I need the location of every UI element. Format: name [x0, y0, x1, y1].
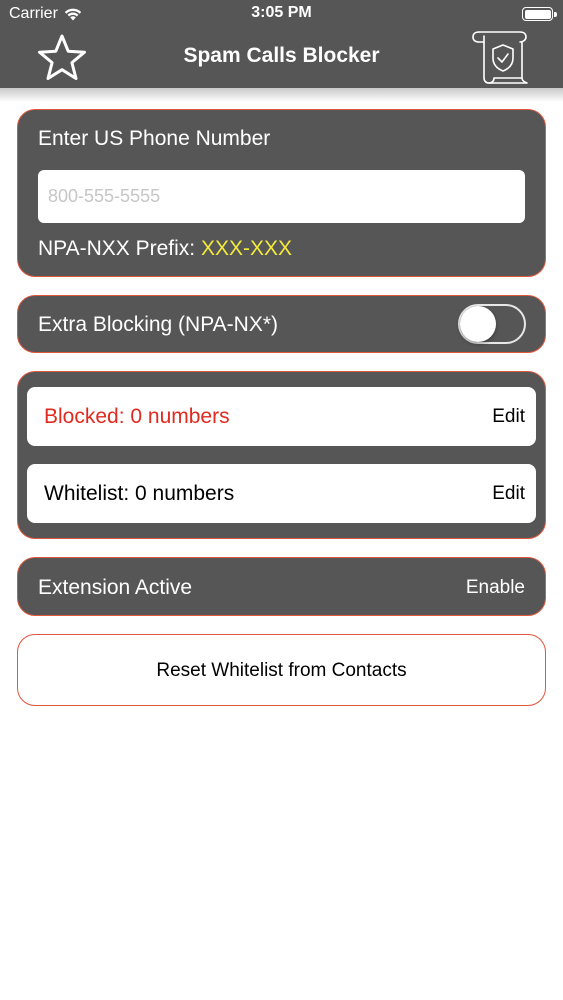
extra-blocking-label: Extra Blocking (NPA-NX*)	[38, 313, 279, 336]
toggle-knob	[460, 306, 496, 342]
privacy-policy-button[interactable]	[470, 28, 532, 86]
status-bar: Carrier 3:05 PM	[0, 0, 563, 28]
extension-status-label: Extension Active	[38, 576, 193, 599]
reset-whitelist-button[interactable]: Reset Whitelist from Contacts	[17, 634, 546, 706]
prefix-label: NPA-NXX Prefix:	[38, 237, 201, 260]
phone-number-card: Enter US Phone Number NPA-NXX Prefix: XX…	[17, 109, 546, 277]
edit-whitelist-button[interactable]: Edit	[492, 483, 525, 505]
blocked-count-label: Blocked: 0 numbers	[44, 405, 230, 428]
nav-shadow	[0, 88, 563, 102]
phone-number-label: Enter US Phone Number	[38, 127, 271, 150]
whitelist-row[interactable]: Whitelist: 0 numbers Edit	[27, 464, 536, 523]
phone-number-input[interactable]	[38, 170, 525, 223]
shield-scroll-icon	[472, 31, 528, 84]
whitelist-count-label: Whitelist: 0 numbers	[44, 482, 235, 505]
status-time: 3:05 PM	[251, 4, 312, 21]
blocked-numbers-row[interactable]: Blocked: 0 numbers Edit	[27, 387, 536, 446]
battery-icon	[522, 7, 557, 21]
enable-extension-button[interactable]: Enable	[466, 577, 525, 599]
navigation-bar: Spam Calls Blocker	[0, 28, 563, 88]
edit-blocked-button[interactable]: Edit	[492, 406, 525, 428]
lists-card: Blocked: 0 numbers Edit Whitelist: 0 num…	[17, 371, 546, 539]
extra-blocking-card: Extra Blocking (NPA-NX*)	[17, 295, 546, 353]
prefix-line: NPA-NXX Prefix: XXX-XXX	[38, 237, 292, 261]
extra-blocking-toggle[interactable]	[458, 304, 526, 344]
extension-status-card: Extension Active Enable	[17, 557, 546, 616]
reset-whitelist-label: Reset Whitelist from Contacts	[156, 660, 407, 681]
prefix-value: XXX-XXX	[200, 237, 293, 260]
